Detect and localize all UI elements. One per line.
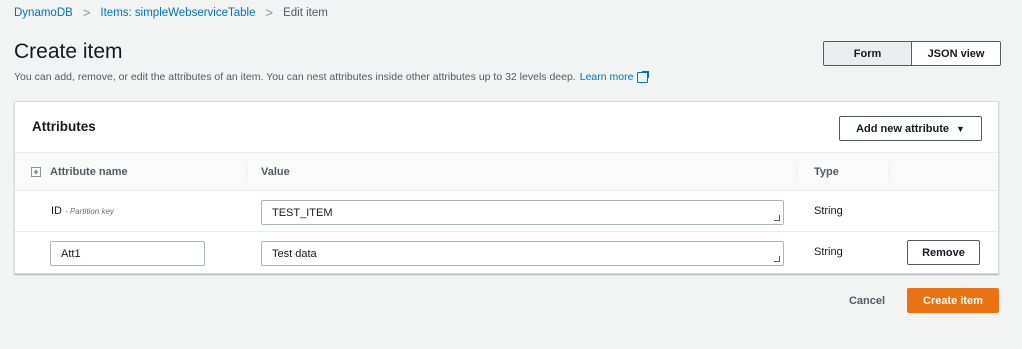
remove-attribute-button[interactable]: Remove <box>907 240 980 265</box>
type-value-id: String <box>814 205 843 217</box>
type-value-att1: String <box>814 246 843 258</box>
attribute-name-input[interactable] <box>50 241 205 266</box>
attribute-name-id: ID - Partition key <box>51 205 114 217</box>
breadcrumb: DynamoDB > Items: simpleWebserviceTable … <box>14 5 328 20</box>
column-divider <box>889 162 890 182</box>
json-view-button[interactable]: JSON view <box>912 41 1001 66</box>
external-link-icon[interactable] <box>637 70 650 83</box>
create-item-button[interactable]: Create item <box>907 288 999 313</box>
add-new-attribute-label: Add new attribute <box>856 122 949 135</box>
page-description: You can add, remove, or edit the attribu… <box>14 70 650 83</box>
add-new-attribute-button[interactable]: Add new attribute ▼ <box>839 116 982 141</box>
attributes-panel-header: Attributes Add new attribute ▼ <box>15 102 998 153</box>
value-input-text: TEST_ITEM <box>272 207 333 219</box>
breadcrumb-dynamodb-link[interactable]: DynamoDB <box>14 7 73 19</box>
description-text: You can add, remove, or edit the attribu… <box>14 71 576 83</box>
attributes-title: Attributes <box>32 119 96 134</box>
expand-all-icon[interactable]: + <box>31 167 41 177</box>
view-toggle: Form JSON view <box>823 41 1001 66</box>
breadcrumb-separator-icon: > <box>265 5 274 20</box>
resize-handle-icon[interactable] <box>774 215 780 221</box>
column-divider <box>796 162 797 182</box>
cancel-button[interactable]: Cancel <box>834 289 900 313</box>
learn-more-link[interactable]: Learn more <box>580 71 634 83</box>
attributes-table-header: + Attribute name Value Type <box>15 153 998 191</box>
column-value: Value <box>261 166 290 178</box>
form-view-button[interactable]: Form <box>823 41 912 66</box>
page-title: Create item <box>14 40 123 63</box>
attributes-panel: Attributes Add new attribute ▼ + Attribu… <box>14 101 999 274</box>
attribute-row-id: ID - Partition key TEST_ITEM String <box>15 191 998 232</box>
breadcrumb-separator-icon: > <box>82 5 91 20</box>
partition-key-note: - Partition key <box>65 207 114 216</box>
value-input-id[interactable]: TEST_ITEM <box>261 200 784 225</box>
caret-down-icon: ▼ <box>955 123 965 134</box>
breadcrumb-items-link[interactable]: Items: simpleWebserviceTable <box>100 7 255 19</box>
value-input-text: Test data <box>272 248 317 260</box>
column-attribute-name: Attribute name <box>50 166 128 178</box>
attribute-row-att1: Test data String Remove <box>15 232 998 273</box>
attribute-name-text: ID <box>51 205 62 217</box>
column-divider <box>246 162 247 182</box>
column-type: Type <box>814 166 839 178</box>
value-input-att1[interactable]: Test data <box>261 241 784 266</box>
resize-handle-icon[interactable] <box>774 256 780 262</box>
breadcrumb-current: Edit item <box>283 6 328 19</box>
